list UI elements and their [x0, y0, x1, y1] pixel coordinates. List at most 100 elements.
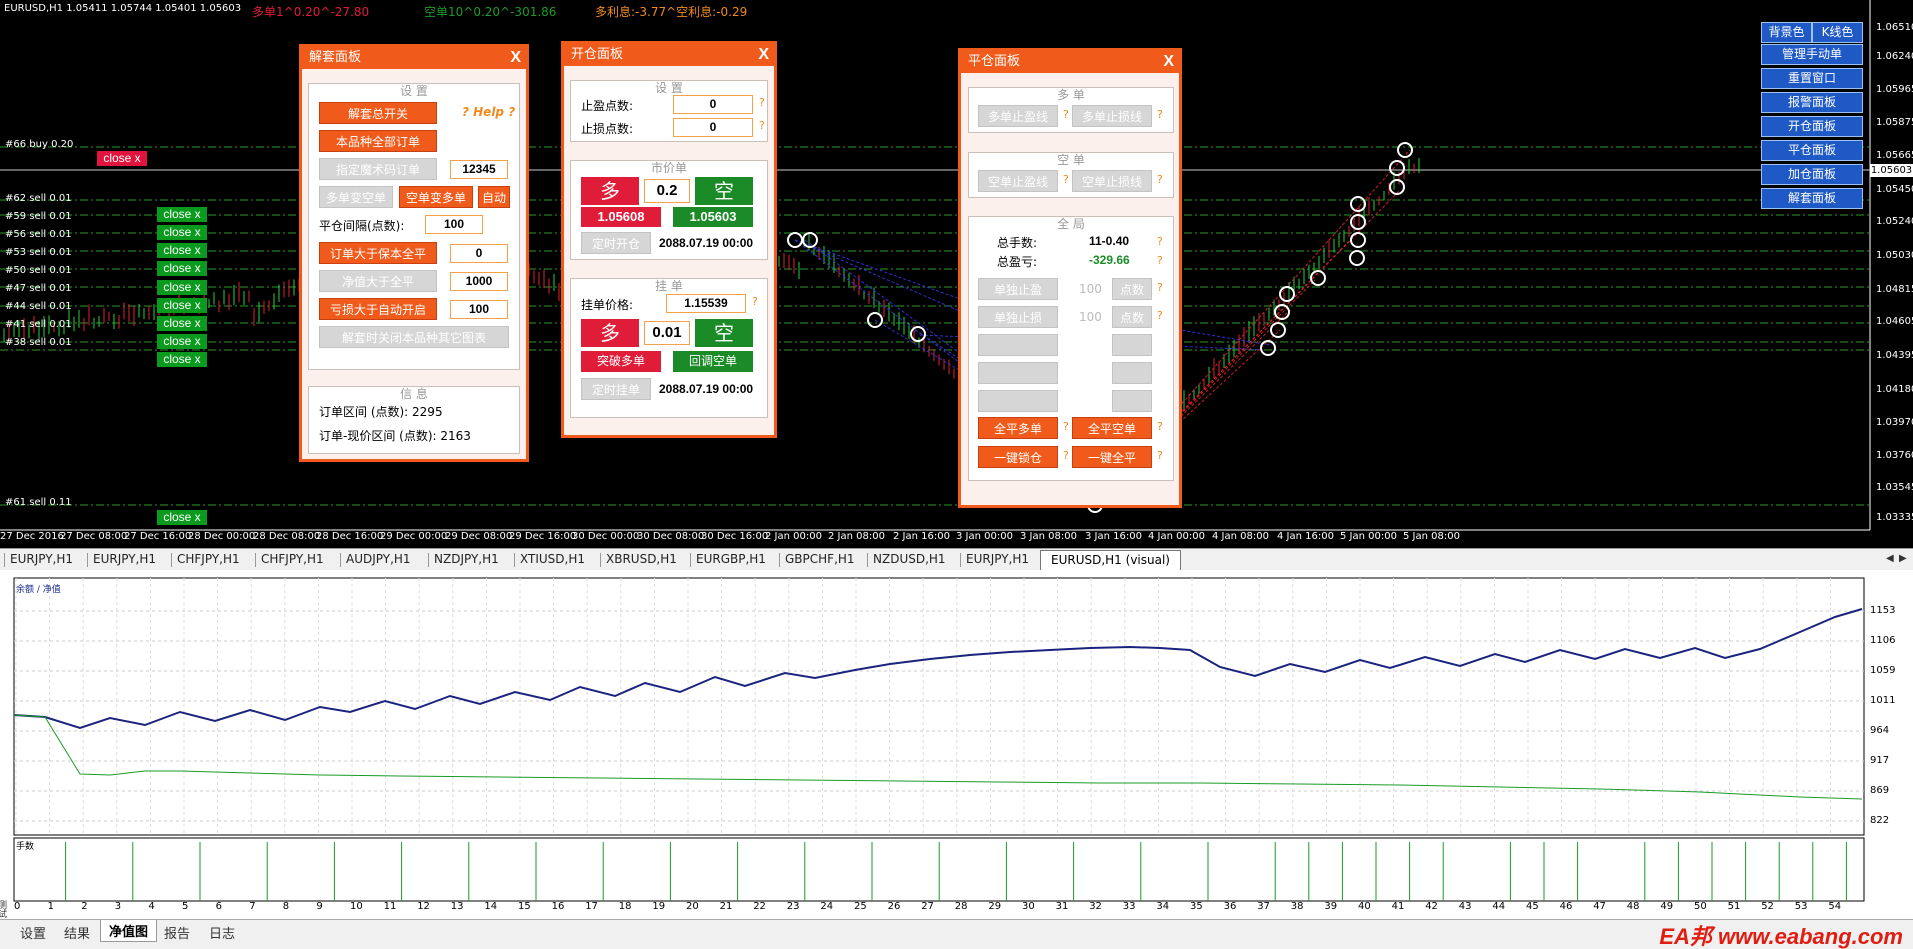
close-panel-button[interactable]: X [1163, 51, 1174, 73]
market-sell-button[interactable]: 空 [695, 177, 753, 205]
magic-number-field[interactable]: 12345 [450, 160, 508, 179]
timed-open-datetime[interactable]: 2088.07.19 00:00 [659, 236, 753, 250]
chart-tab[interactable]: GBPCHF,H1 [785, 552, 855, 566]
close-panel-button[interactable]: X [510, 47, 521, 69]
close-order-button[interactable]: close x [157, 334, 207, 349]
control-menu-button[interactable]: 平仓面板 [1761, 140, 1863, 161]
control-menu-button[interactable]: 报警面板 [1761, 92, 1863, 113]
single-sl-button[interactable]: 单独止损 [978, 306, 1058, 328]
interval-field[interactable]: 100 [425, 215, 483, 234]
help-icon[interactable]: ? [1157, 173, 1163, 186]
loss-reopen-button[interactable]: 亏损大于自动开启 [319, 298, 437, 320]
help-icon[interactable]: ? [1063, 173, 1069, 186]
short-tp-line-button[interactable]: 空单止盈线 [978, 170, 1058, 192]
help-icon[interactable]: ? [1157, 235, 1163, 248]
control-menu-button[interactable]: 加仓面板 [1761, 164, 1863, 185]
close-all-long-button[interactable]: 全平多单 [978, 417, 1058, 439]
lock-button[interactable]: 一键锁仓 [978, 446, 1058, 468]
close-all-short-button[interactable]: 全平空单 [1072, 417, 1152, 439]
control-menu-button[interactable]: 管理手动单 [1761, 44, 1863, 65]
short-sl-line-button[interactable]: 空单止损线 [1072, 170, 1152, 192]
pending-price-field[interactable]: 1.15539 [666, 294, 746, 313]
help-icon[interactable]: ? [1157, 449, 1163, 462]
single-tp-button[interactable]: 单独止盈 [978, 278, 1058, 300]
equity-close-button[interactable]: 净值大于全平 [319, 270, 437, 292]
chart-tab[interactable]: EURJPY,H1 [10, 552, 73, 566]
points-button[interactable]: 点数 [1112, 278, 1152, 300]
chart-tab[interactable]: CHFJPY,H1 [261, 552, 324, 566]
chart-tab[interactable]: CHFJPY,H1 [177, 552, 240, 566]
placeholder-button[interactable] [1112, 334, 1152, 356]
placeholder-button[interactable] [978, 362, 1058, 384]
breakeven-field[interactable]: 0 [450, 244, 508, 263]
help-icon[interactable]: ? [759, 96, 765, 109]
help-icon[interactable]: ? [1157, 309, 1163, 322]
help-icon[interactable]: ? [1063, 108, 1069, 121]
tab-scroll-right-icon[interactable]: ▶ [1899, 553, 1907, 564]
close-order-button[interactable]: close x [157, 280, 207, 295]
close-other-charts-button[interactable]: 解套时关闭本品种其它图表 [319, 326, 509, 348]
background-color-button[interactable]: 背景色 [1761, 22, 1812, 43]
tab-journal[interactable]: 日志 [209, 923, 235, 942]
close-order-button[interactable]: close x [157, 316, 207, 331]
close-order-button[interactable]: close x [157, 207, 207, 222]
help-icon[interactable]: ? [1157, 254, 1163, 267]
timed-pending-button[interactable]: 定时挂单 [581, 378, 651, 400]
tab-settings[interactable]: 设置 [20, 923, 46, 942]
help-icon[interactable]: ? [752, 295, 758, 308]
chart-tab[interactable]: EURJPY,H1 [93, 552, 156, 566]
panel-title[interactable]: 开仓面板 X [564, 44, 774, 66]
chart-tab[interactable]: EURGBP,H1 [696, 552, 766, 566]
chart-tab[interactable]: NZDJPY,H1 [434, 552, 499, 566]
pending-buy-button[interactable]: 多 [581, 319, 639, 347]
control-menu-button[interactable]: 开仓面板 [1761, 116, 1863, 137]
long-tp-line-button[interactable]: 多单止盈线 [978, 105, 1058, 127]
points-button[interactable]: 点数 [1112, 306, 1152, 328]
placeholder-button[interactable] [978, 390, 1058, 412]
close-order-button[interactable]: close x [157, 243, 207, 258]
close-panel-button[interactable]: X [758, 44, 769, 66]
close-order-button[interactable]: close x [157, 352, 207, 367]
control-menu-button[interactable]: 重置窗口 [1761, 68, 1863, 89]
close-order-button[interactable]: close x [157, 225, 207, 240]
single-sl-value[interactable]: 100 [1079, 310, 1102, 324]
placeholder-button[interactable] [978, 334, 1058, 356]
equity-field[interactable]: 1000 [450, 272, 508, 291]
breakout-buy-button[interactable]: 突破多单 [581, 351, 661, 372]
tab-scroll-left-icon[interactable]: ◀ [1886, 553, 1894, 564]
close-order-button[interactable]: close x [157, 298, 207, 313]
help-icon[interactable]: ? [1063, 420, 1069, 433]
panel-title[interactable]: 解套面板 X [302, 47, 526, 69]
chart-tab[interactable]: XBRUSD,H1 [606, 552, 677, 566]
tab-report[interactable]: 报告 [164, 923, 190, 942]
single-tp-value[interactable]: 100 [1079, 282, 1102, 296]
candle-color-button[interactable]: K线色 [1812, 22, 1863, 43]
market-lot-field[interactable]: 0.2 [644, 179, 690, 203]
price-chart[interactable]: EURUSD,H1 1.05411 1.05744 1.05401 1.0560… [0, 0, 1913, 548]
help-link[interactable]: ? Help ? [462, 105, 515, 119]
pullback-sell-button[interactable]: 回调空单 [673, 351, 753, 372]
close-order-button[interactable]: close x [157, 510, 207, 525]
pending-lot-field[interactable]: 0.01 [644, 321, 690, 345]
placeholder-button[interactable] [1112, 362, 1152, 384]
pending-sell-button[interactable]: 空 [695, 319, 753, 347]
chart-tab[interactable]: XTIUSD,H1 [520, 552, 585, 566]
chart-tab[interactable]: NZDUSD,H1 [873, 552, 946, 566]
market-buy-button[interactable]: 多 [581, 177, 639, 205]
long-to-short-button[interactable]: 多单变空单 [319, 186, 393, 208]
timed-open-button[interactable]: 定时开仓 [581, 232, 651, 254]
help-icon[interactable]: ? [1157, 420, 1163, 433]
breakeven-close-button[interactable]: 订单大于保本全平 [319, 242, 437, 264]
help-icon[interactable]: ? [1157, 108, 1163, 121]
sl-field[interactable]: 0 [673, 118, 753, 137]
close-all-button[interactable]: 一键全平 [1072, 446, 1152, 468]
close-order-button[interactable]: close x [157, 261, 207, 276]
tab-results[interactable]: 结果 [64, 923, 90, 942]
auto-button[interactable]: 自动 [478, 186, 510, 208]
tab-eurusd-visual[interactable]: EURUSD,H1 (visual) [1040, 550, 1181, 571]
master-switch-button[interactable]: 解套总开关 [319, 102, 437, 124]
close-order-button[interactable]: close x [97, 151, 147, 166]
magic-orders-button[interactable]: 指定魔术码订单 [319, 158, 437, 180]
all-orders-button[interactable]: 本品种全部订单 [319, 130, 437, 152]
short-to-long-button[interactable]: 空单变多单 [399, 186, 473, 208]
